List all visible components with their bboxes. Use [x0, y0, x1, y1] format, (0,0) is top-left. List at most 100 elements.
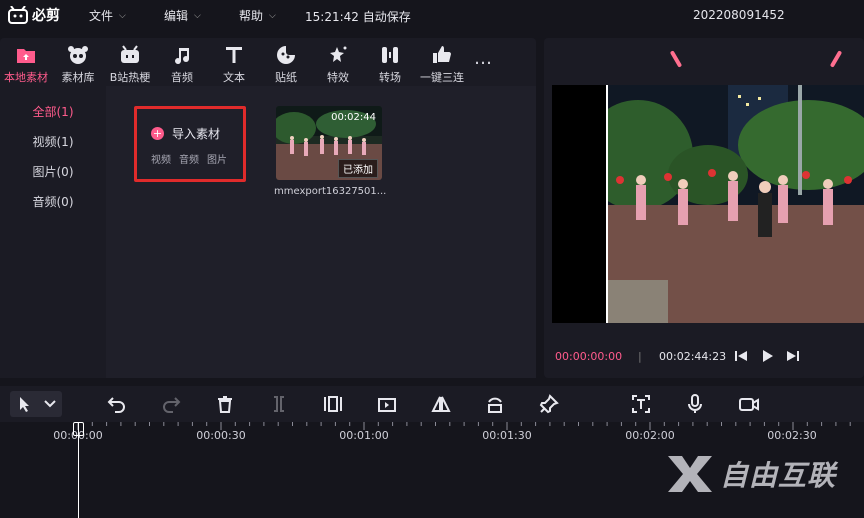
upload-folder-icon: [17, 49, 35, 63]
sidebar-item-video[interactable]: 视频(1): [0, 126, 106, 156]
app-name: 必剪: [32, 8, 60, 24]
menu-file-label: 文件: [89, 9, 114, 23]
sidebar-item-all[interactable]: 全部(1): [0, 96, 106, 126]
plus-icon: +: [151, 127, 164, 140]
tab-effects[interactable]: 特效: [312, 38, 364, 86]
edit-toolbar: [0, 386, 864, 422]
preview-video-image: [608, 85, 864, 323]
tab-label: 本地素材: [4, 71, 48, 84]
timecode-separator: |: [638, 349, 642, 363]
select-tool-dropdown[interactable]: [10, 391, 62, 417]
chevron-down-icon: [44, 400, 56, 408]
panda-icon: [68, 46, 88, 64]
project-name: 202208091452: [693, 8, 785, 22]
tab-label: 音频: [171, 71, 193, 84]
tab-label: 转场: [379, 71, 401, 84]
tab-label: 文本: [223, 71, 245, 84]
redo-icon[interactable]: [161, 394, 181, 414]
menu-help[interactable]: 帮助 ⌵: [239, 7, 276, 24]
previous-frame-icon[interactable]: [734, 349, 748, 363]
tab-label: 素材库: [61, 71, 95, 84]
media-filename: mmexport16327501...: [274, 186, 387, 197]
bilibili-logo-icon: [8, 6, 28, 24]
trim-icon[interactable]: [323, 394, 343, 414]
ruler-label: 00:01:00: [339, 429, 389, 442]
tab-local-media[interactable]: 本地素材: [0, 38, 52, 86]
tab-label: 贴纸: [275, 71, 297, 84]
sidebar-item-audio[interactable]: 音频(0): [0, 186, 106, 216]
text-recognition-icon[interactable]: [631, 394, 651, 414]
media-tabs: 本地素材 素材库 B站热梗 音频 文本 贴纸 特效 转场 一键三连 …: [0, 38, 536, 86]
menu-edit[interactable]: 编辑 ⌵: [164, 7, 201, 24]
ruler-label: 00:02:00: [625, 429, 675, 442]
sparkle-icon: [330, 46, 347, 62]
more-icon: …: [474, 48, 492, 69]
next-frame-icon[interactable]: [786, 349, 800, 363]
text-t-icon: [226, 47, 242, 63]
app-window: 必剪 文件 ⌵ 编辑 ⌵ 帮助 ⌵ 15:21:42 自动保存 20220809…: [0, 0, 864, 518]
media-content: + 导入素材 视频 音频 图片 00:02:44 已添加 mmexport163…: [106, 86, 536, 378]
playhead[interactable]: [78, 422, 79, 518]
import-row: + 导入素材: [151, 125, 227, 142]
replace-icon[interactable]: [377, 394, 397, 414]
tab-one-click-triple[interactable]: 一键三连: [416, 38, 468, 86]
added-badge: 已添加: [338, 159, 378, 178]
thumbs-up-icon: [433, 46, 451, 63]
music-note-icon: [175, 48, 189, 65]
title-bar: 必剪 文件 ⌵ 编辑 ⌵ 帮助 ⌵ 15:21:42 自动保存 20220809…: [0, 0, 864, 30]
tab-bilibili-memes[interactable]: B站热梗: [104, 38, 156, 86]
watermark-text: 自由互联: [720, 459, 837, 492]
import-inner: + 导入素材 视频 音频 图片: [151, 125, 227, 166]
import-type-audio: 音频: [179, 155, 199, 166]
playhead-handle[interactable]: [73, 422, 84, 436]
total-timecode: 00:02:44:23: [659, 349, 727, 363]
preview-frame: [606, 85, 864, 323]
tab-text[interactable]: 文本: [208, 38, 260, 86]
ruler-ticks: [77, 422, 851, 430]
tab-stickers[interactable]: 贴纸: [260, 38, 312, 86]
sidebar-item-image[interactable]: 图片(0): [0, 156, 106, 186]
menu-file[interactable]: 文件 ⌵: [89, 7, 126, 24]
chevron-down-icon: ⌵: [194, 10, 201, 21]
tab-label: 一键三连: [420, 71, 464, 84]
import-media-button[interactable]: + 导入素材 视频 音频 图片: [134, 106, 246, 182]
media-sidebar: 全部(1) 视频(1) 图片(0) 音频(0): [0, 86, 106, 378]
chevron-down-icon: ⌵: [119, 10, 126, 21]
delete-icon[interactable]: [215, 394, 235, 414]
tab-audio[interactable]: 音频: [156, 38, 208, 86]
media-thumbnail[interactable]: 00:02:44 已添加: [276, 106, 382, 180]
import-label: 导入素材: [172, 127, 221, 141]
crop-marker-left: [669, 50, 683, 68]
tab-transitions[interactable]: 转场: [364, 38, 416, 86]
autosave-status: 15:21:42 自动保存: [305, 10, 411, 24]
split-icon[interactable]: [269, 394, 289, 414]
current-timecode: 00:00:00:00: [555, 349, 623, 363]
mirror-icon[interactable]: [431, 394, 451, 414]
chevron-down-icon: ⌵: [269, 10, 276, 21]
play-icon[interactable]: [760, 349, 774, 363]
pin-icon[interactable]: [539, 394, 559, 414]
cursor-arrow-icon: [20, 397, 29, 412]
tab-material-library[interactable]: 素材库: [52, 38, 104, 86]
tv-icon: [121, 45, 139, 63]
import-type-video: 视频: [151, 155, 171, 166]
tab-label: 特效: [327, 71, 349, 84]
import-types: 视频 音频 图片: [151, 151, 227, 166]
app-logo: 必剪: [8, 5, 60, 25]
transition-icon: [382, 47, 398, 63]
camera-record-icon[interactable]: [739, 394, 759, 414]
watermark: 自由互联: [666, 454, 836, 494]
menu-edit-label: 编辑: [164, 9, 189, 23]
media-duration: 00:02:44: [331, 112, 376, 123]
ruler-label: 00:02:30: [767, 429, 817, 442]
preview-player: 00:00:00:00 | 00:02:44:23: [544, 38, 864, 378]
sticker-icon: [277, 46, 295, 64]
media-panel: 本地素材 素材库 B站热梗 音频 文本 贴纸 特效 转场 一键三连 … 全部(1…: [0, 38, 536, 378]
player-controls: 00:00:00:00 | 00:02:44:23: [544, 344, 864, 368]
crop-marker-right: [829, 50, 843, 68]
microphone-icon[interactable]: [685, 394, 705, 414]
more-tabs-button[interactable]: …: [468, 38, 498, 86]
rotate-icon[interactable]: [485, 394, 505, 414]
import-type-image: 图片: [207, 155, 227, 166]
undo-icon[interactable]: [107, 394, 127, 414]
